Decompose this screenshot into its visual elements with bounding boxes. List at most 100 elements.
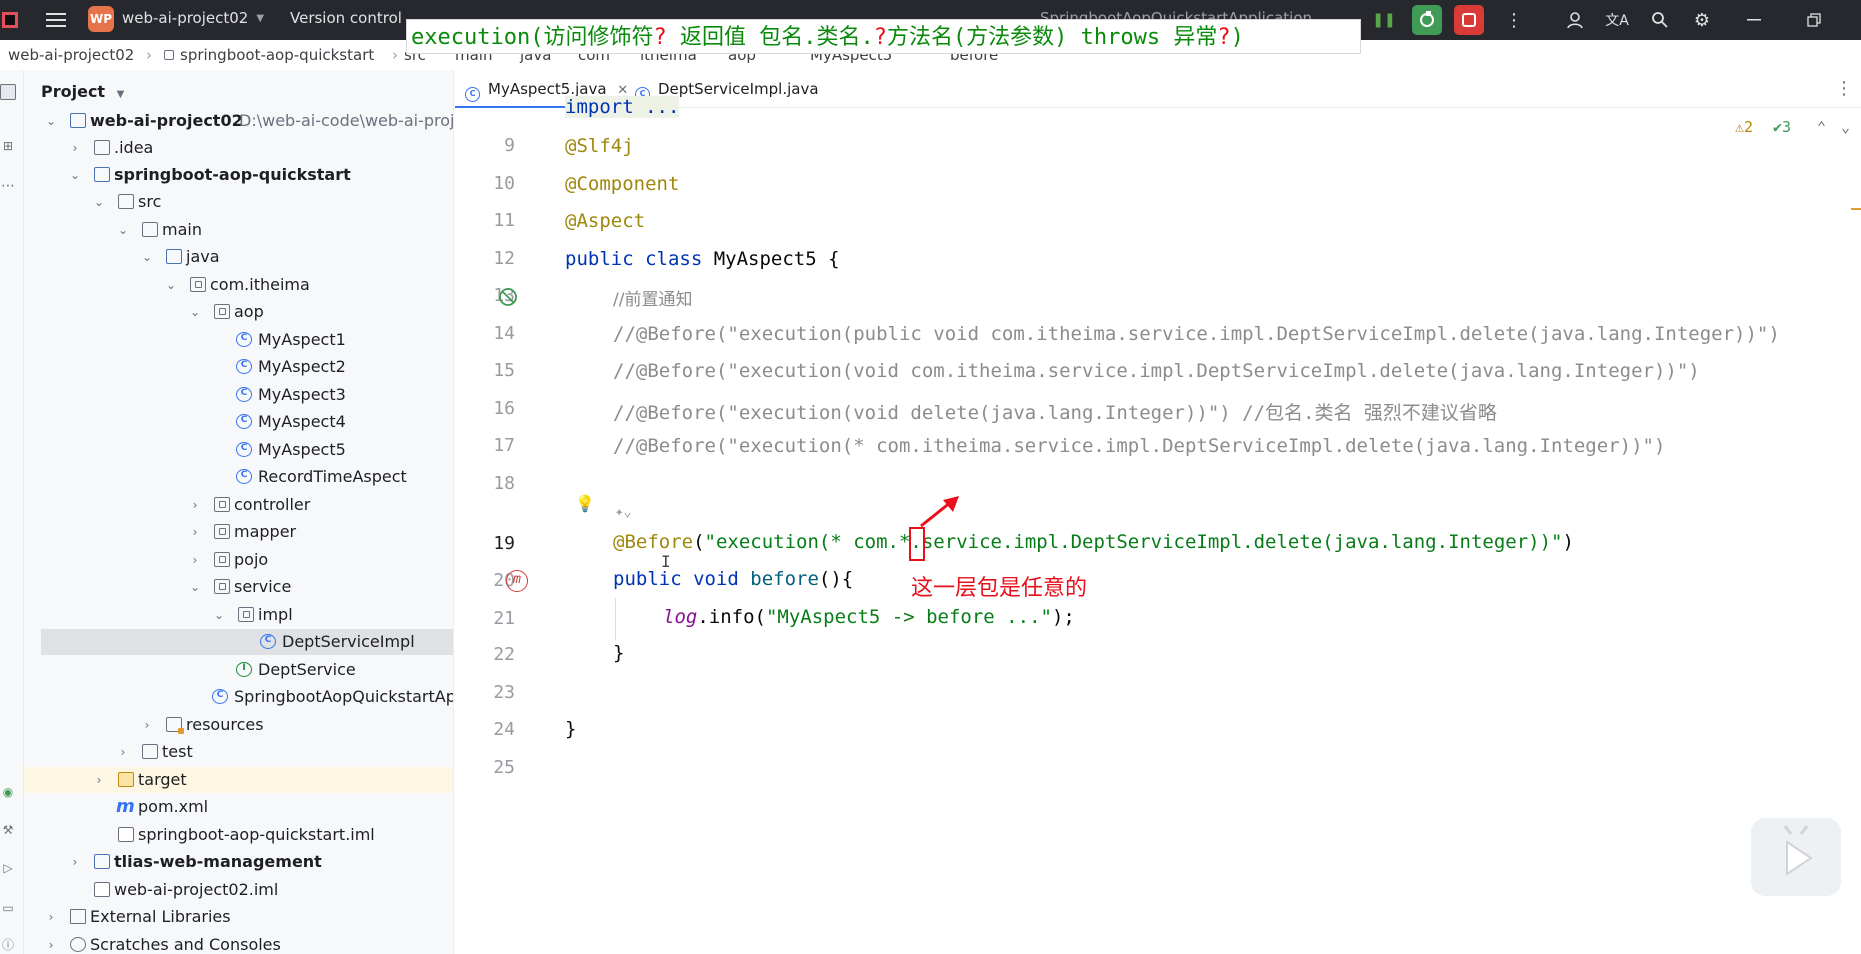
tree-item[interactable]: › pojo <box>24 547 453 573</box>
ai-assist-icon[interactable]: ✦⌄ <box>615 504 632 520</box>
chevron-down-icon[interactable]: ⌄ <box>212 602 226 628</box>
tree-item[interactable]: ⌄ com.itheima <box>24 272 453 298</box>
code-string: "execution(* com.*.service.impl.DeptServ… <box>704 531 1563 553</box>
tree-item[interactable]: ⌄ springboot-aop-quickstart <box>24 162 453 188</box>
tree-item[interactable]: C MyAspect5 <box>24 437 453 463</box>
pause-icon[interactable]: ❚❚ <box>1372 8 1396 32</box>
tree-item[interactable]: C MyAspect4 <box>24 409 453 435</box>
source-folder-icon <box>166 249 182 264</box>
terminal-tool-icon[interactable]: ▭ <box>0 900 16 916</box>
tree-item[interactable]: ⌄ main <box>24 217 453 243</box>
search-icon[interactable] <box>1648 8 1672 32</box>
tree-item[interactable]: › Scratches and Consoles <box>24 932 453 954</box>
warning-count[interactable]: ⚠2 <box>1735 118 1753 136</box>
tree-item[interactable]: springboot-aop-quickstart.iml <box>24 822 453 848</box>
chevron-right-icon[interactable]: › <box>188 492 202 518</box>
tree-item[interactable]: m pom.xml <box>24 794 453 820</box>
class-icon: C <box>236 442 252 457</box>
structure-tool-icon[interactable]: ⊞ <box>0 138 16 154</box>
chevron-down-icon[interactable]: ⌄ <box>44 108 58 134</box>
translate-icon[interactable]: 文A <box>1605 8 1629 32</box>
tree-item[interactable]: › controller <box>24 492 453 518</box>
code-comment: //@Before("execution(void delete(java.la… <box>613 402 1497 424</box>
rerun-button[interactable] <box>1412 5 1442 35</box>
chevron-down-icon[interactable]: ⌄ <box>68 162 82 188</box>
tree-item[interactable]: ⌄ impl <box>24 602 453 628</box>
chevron-right-icon[interactable]: › <box>44 932 58 954</box>
tree-label: controller <box>234 495 311 514</box>
gear-icon[interactable]: ⚙ <box>1690 8 1714 32</box>
advice-gutter-icon[interactable]: m <box>506 570 528 592</box>
chevron-right-icon[interactable]: › <box>68 849 82 875</box>
tree-item[interactable]: › test <box>24 739 453 765</box>
chevron-down-icon[interactable]: ⌄ <box>92 189 106 215</box>
chevron-down-icon[interactable]: ⌄ <box>188 574 202 600</box>
chevron-down-icon[interactable]: ⌄ <box>188 299 202 325</box>
tree-item[interactable]: web-ai-project02.iml <box>24 877 453 903</box>
tree-item[interactable]: ⌄ service <box>24 574 453 600</box>
chevron-right-icon[interactable]: › <box>188 547 202 573</box>
main-menu-icon[interactable] <box>44 8 68 32</box>
tree-item[interactable]: › mapper <box>24 519 453 545</box>
tree-item[interactable]: C MyAspect3 <box>24 382 453 408</box>
folded-imports[interactable]: import ... <box>565 96 680 118</box>
tree-item[interactable]: › resources <box>24 712 453 738</box>
play-icon <box>1783 825 1813 876</box>
tree-item[interactable]: ⌄ aop <box>24 299 453 325</box>
tree-item[interactable]: › tlias-web-management <box>24 849 453 875</box>
chevron-up-icon[interactable]: ⌃ <box>1817 118 1826 136</box>
project-panel-title[interactable]: Project ▼ <box>41 82 124 101</box>
chevron-down-icon[interactable]: ⌄ <box>164 272 178 298</box>
build-tool-icon[interactable]: ⚒ <box>0 822 16 838</box>
chevron-right-icon[interactable]: › <box>92 767 106 793</box>
tree-item[interactable]: › .idea <box>24 135 453 161</box>
problems-tool-icon[interactable]: ⓘ <box>0 936 16 952</box>
chevron-right-icon[interactable]: › <box>188 519 202 545</box>
tree-item[interactable]: I DeptService <box>24 657 453 683</box>
project-tool-icon[interactable] <box>0 84 16 100</box>
tree-item[interactable]: ⌄ src <box>24 189 453 215</box>
minimize-icon[interactable] <box>1742 8 1766 32</box>
tree-item-selected[interactable]: C DeptServiceImpl <box>41 629 453 655</box>
tree-item[interactable]: C SpringbootAopQuickstartApp <box>24 684 453 710</box>
code-line: log.info("MyAspect5 -> before ..."); <box>663 606 1075 628</box>
services-tool-icon[interactable]: ◉ <box>0 784 16 800</box>
run-tool-icon[interactable]: ▷ <box>0 860 16 876</box>
tree-label: src <box>138 192 162 211</box>
breadcrumb-item[interactable]: springboot-aop-quickstart <box>180 46 374 64</box>
tree-item[interactable]: › External Libraries <box>24 904 453 930</box>
scroll-marker[interactable] <box>1851 208 1861 210</box>
code-editor[interactable]: ⚠2 ✔3 ⌃ ⌄ import ... 9 10 11 12 13 14 15… <box>455 96 1861 954</box>
tree-item[interactable]: C MyAspect2 <box>24 354 453 380</box>
more-actions-icon[interactable]: ⋮ <box>1502 8 1526 32</box>
project-switcher[interactable]: web-ai-project02 ▼ <box>122 9 264 27</box>
stop-button[interactable] <box>1454 5 1484 35</box>
vcs-widget[interactable]: Version control <box>290 9 402 27</box>
tab-options-icon[interactable]: ⋮ <box>1835 70 1853 108</box>
spring-bean-gutter-icon[interactable] <box>497 286 519 308</box>
ok-count[interactable]: ✔3 <box>1773 118 1791 136</box>
class-icon: C <box>465 87 480 102</box>
code-with-me-icon[interactable] <box>1564 8 1588 32</box>
project-badge[interactable]: WP <box>88 6 114 32</box>
tree-item[interactable]: ⌄ java <box>24 244 453 270</box>
tree-item[interactable]: C RecordTimeAspect <box>24 464 453 490</box>
tree-item-root[interactable]: ⌄ web-ai-project02 D:\web-ai-code\web-ai… <box>24 108 453 134</box>
intellij-logo-icon[interactable] <box>0 8 20 32</box>
chevron-right-icon[interactable]: › <box>140 712 154 738</box>
chevron-down-icon[interactable]: ⌄ <box>1841 118 1850 136</box>
breadcrumb-item[interactable]: web-ai-project02 <box>8 46 134 64</box>
lightbulb-icon[interactable]: 💡 <box>575 494 595 513</box>
more-tools-icon[interactable]: ⋯ <box>0 178 16 194</box>
text-cursor-icon: I <box>661 552 671 571</box>
restore-icon[interactable] <box>1802 8 1826 32</box>
tree-item[interactable]: C MyAspect1 <box>24 327 453 353</box>
tree-item[interactable]: › target <box>24 767 453 793</box>
chevron-down-icon[interactable]: ⌄ <box>116 217 130 243</box>
chevron-right-icon[interactable]: › <box>68 135 82 161</box>
line-number: 15 <box>493 360 515 381</box>
chevron-right-icon[interactable]: › <box>44 904 58 930</box>
chevron-right-icon[interactable]: › <box>116 739 130 765</box>
chevron-down-icon[interactable]: ⌄ <box>140 244 154 270</box>
video-player-widget[interactable] <box>1751 818 1841 896</box>
